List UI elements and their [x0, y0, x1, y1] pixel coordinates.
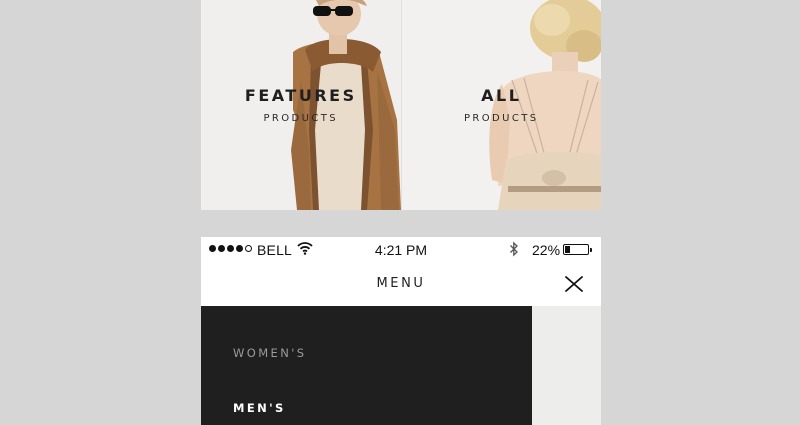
phone-screen: BELL 4:21 PM 22% MENU WOMEN'S MEN'S	[201, 237, 601, 425]
battery-percentage: 22%	[532, 242, 561, 258]
menu-title: MENU	[376, 276, 426, 291]
close-button[interactable]	[561, 272, 587, 296]
tile-subtitle: PRODUCTS	[463, 113, 539, 124]
menu-panel: WOMEN'S MEN'S	[201, 306, 532, 425]
product-tiles: FEATURES PRODUCTS ALL PRODUCTS	[201, 0, 601, 210]
female-model-image	[401, 0, 601, 210]
content-peek-area[interactable]	[532, 306, 601, 425]
tile-title: FEATURES	[244, 86, 357, 105]
nav-bar: MENU	[201, 263, 601, 306]
menu-item-womens[interactable]: WOMEN'S	[233, 346, 306, 360]
all-products-tile[interactable]: ALL PRODUCTS	[400, 0, 601, 210]
tile-title: ALL	[481, 86, 522, 105]
close-icon	[565, 276, 583, 292]
battery-icon	[563, 244, 592, 255]
battery-level	[565, 246, 570, 253]
status-bar: BELL 4:21 PM 22%	[201, 237, 601, 263]
featured-products-tile[interactable]: FEATURES PRODUCTS	[201, 0, 401, 210]
male-model-image	[201, 0, 401, 210]
tile-subtitle: PRODUCTS	[263, 113, 338, 124]
menu-item-mens[interactable]: MEN'S	[233, 401, 286, 415]
bluetooth-icon	[510, 241, 518, 257]
